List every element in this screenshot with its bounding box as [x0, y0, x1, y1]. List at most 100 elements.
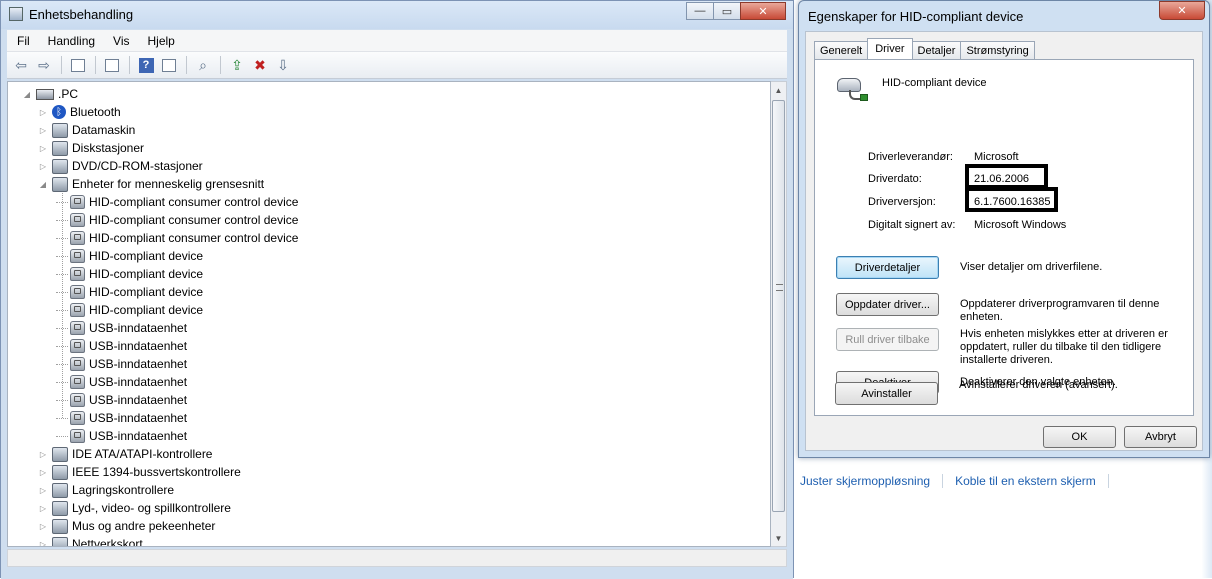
tree-device[interactable]: USB-inndataenhet [56, 391, 187, 409]
tree-device[interactable]: HID-compliant consumer control device [56, 211, 298, 229]
expand-arrow-icon[interactable]: ▷ [38, 449, 48, 459]
scroll-up-icon[interactable]: ▲ [771, 82, 786, 98]
tree-category[interactable]: ▷ Mus og andre pekeenheter [38, 517, 215, 535]
tree-device[interactable]: HID-compliant device [56, 301, 203, 319]
tree-device[interactable]: USB-inndataenhet [56, 319, 187, 337]
properties-icon[interactable] [102, 55, 122, 75]
uninstall-button[interactable]: Avinstaller [835, 382, 938, 405]
tree-category[interactable]: ▷ IEEE 1394-bussvertskontrollere [38, 463, 241, 481]
hid-device-icon [835, 72, 868, 102]
tree-root-computer[interactable]: ◢ .PC [22, 85, 78, 103]
tree-item-label: USB-inndataenhet [89, 339, 188, 353]
collapse-arrow-icon[interactable]: ◢ [38, 179, 48, 189]
hid-device-icon [70, 285, 85, 299]
properties-sheet-icon[interactable] [159, 55, 179, 75]
close-button[interactable]: ✕ [740, 2, 786, 20]
enable-icon[interactable]: ⇩ [273, 55, 293, 75]
tree-category[interactable]: ▷ Datamaskin [38, 121, 135, 139]
ok-button[interactable]: OK [1043, 426, 1116, 448]
update-driver-icon[interactable]: ⇪ [227, 55, 247, 75]
driver-provider-label: Driverleverandør: [868, 151, 953, 163]
minimize-button[interactable]: — [686, 2, 714, 20]
tree-device[interactable]: USB-inndataenhet [56, 355, 187, 373]
device-tree[interactable]: ◢ .PC ▷ ᛒ Bluetooth ▷ Datamaskin ▷ Diskstasjoner… [7, 81, 771, 547]
scan-hardware-icon[interactable]: ⌕ [193, 55, 213, 75]
expand-arrow-icon[interactable]: ▷ [38, 485, 48, 495]
forward-arrow-icon[interactable]: ⇨ [34, 55, 54, 75]
expand-arrow-icon[interactable]: ▷ [38, 539, 48, 547]
tab-power-management[interactable]: Strømstyring [960, 41, 1035, 59]
connect-external-display-link[interactable]: Koble til en ekstern skjerm [955, 472, 1096, 490]
dialog-close-button[interactable]: ✕ [1159, 1, 1205, 20]
cancel-button[interactable]: Avbryt [1124, 426, 1197, 448]
back-arrow-icon[interactable]: ⇦ [11, 55, 31, 75]
close-icon: ✕ [758, 5, 768, 18]
link-separator [1107, 474, 1109, 488]
tree-category[interactable]: ▷ Lyd-, video- og spillkontrollere [38, 499, 231, 517]
hid-device-icon [70, 321, 85, 335]
tree-category[interactable]: ▷ ᛒ Bluetooth [38, 103, 121, 121]
tree-item-label: Datamaskin [72, 123, 136, 137]
tree-scrollbar[interactable]: ▲ ▼ [771, 81, 787, 547]
device-category-icon [52, 482, 68, 498]
device-category-icon [52, 464, 68, 480]
driver-details-button[interactable]: Driverdetaljer [836, 256, 939, 279]
tab-general[interactable]: Generelt [814, 41, 869, 59]
device-manager-titlebar[interactable]: Enhetsbehandling — ▭ ✕ [1, 1, 793, 29]
background-links: Juster skjermoppløsning Koble til en eks… [800, 472, 1121, 490]
tree-device[interactable]: USB-inndataenhet [56, 373, 187, 391]
hid-device-icon [70, 213, 85, 227]
menu-file[interactable]: Fil [7, 34, 38, 48]
tree-device[interactable]: USB-inndataenhet [56, 427, 187, 445]
tree-category[interactable]: ▷ IDE ATA/ATAPI-kontrollere [38, 445, 212, 463]
tree-category[interactable]: ▷ Lagringskontrollere [38, 481, 174, 499]
tree-device[interactable]: HID-compliant device [56, 247, 203, 265]
tree-category[interactable]: ▷ DVD/CD-ROM-stasjoner [38, 157, 203, 175]
hid-device-icon [70, 195, 85, 209]
tree-device[interactable]: USB-inndataenhet [56, 337, 187, 355]
menu-action[interactable]: Handling [38, 34, 103, 48]
tree-item-label: USB-inndataenhet [89, 393, 188, 407]
tree-item-label: Lagringskontrollere [72, 483, 175, 497]
tab-driver[interactable]: Driver [867, 38, 913, 59]
expand-arrow-icon[interactable]: ▷ [38, 143, 48, 153]
update-driver-button[interactable]: Oppdater driver... [836, 293, 939, 316]
device-category-icon [52, 518, 68, 534]
driver-details-description: Viser detaljer om driverfilene. [960, 261, 1103, 273]
toolbar-separator [95, 56, 96, 74]
scroll-down-icon[interactable]: ▼ [771, 530, 786, 546]
tree-device[interactable]: USB-inndataenhet [56, 409, 187, 427]
driver-version-label: Driverversjon: [868, 196, 936, 208]
tree-category[interactable]: ▷ Diskstasjoner [38, 139, 144, 157]
tree-category[interactable]: ▷ Nettverkskort [38, 535, 143, 547]
tab-details[interactable]: Detaljer [911, 41, 962, 59]
menu-view[interactable]: Vis [103, 34, 137, 48]
computer-icon [36, 88, 54, 100]
scrollbar-thumb[interactable] [772, 100, 785, 512]
collapse-arrow-icon[interactable]: ◢ [22, 89, 32, 99]
expand-arrow-icon[interactable]: ▷ [38, 161, 48, 171]
maximize-button[interactable]: ▭ [713, 2, 741, 20]
tree-category[interactable]: ◢ Enheter for menneskelig grensesnitt [38, 175, 264, 193]
roll-back-driver-button[interactable]: Rull driver tilbake [836, 328, 939, 351]
expand-arrow-icon[interactable]: ▷ [38, 467, 48, 477]
hid-device-icon [70, 267, 85, 281]
expand-arrow-icon[interactable]: ▷ [38, 107, 48, 117]
help-icon[interactable]: ? [136, 55, 156, 75]
tree-device[interactable]: HID-compliant device [56, 265, 203, 283]
expand-arrow-icon[interactable]: ▷ [38, 125, 48, 135]
uninstall-icon[interactable]: ✖ [250, 55, 270, 75]
show-hide-tree-icon[interactable] [68, 55, 88, 75]
expand-arrow-icon[interactable]: ▷ [38, 503, 48, 513]
tree-device[interactable]: HID-compliant device [56, 283, 203, 301]
tree-item-label: HID-compliant device [89, 267, 204, 281]
tree-device[interactable]: HID-compliant consumer control device [56, 193, 298, 211]
tree-item-label: .PC [58, 87, 79, 101]
expand-arrow-icon[interactable]: ▷ [38, 521, 48, 531]
menu-help[interactable]: Hjelp [138, 34, 183, 48]
driver-provider-value: Microsoft [974, 151, 1019, 163]
adjust-resolution-link[interactable]: Juster skjermoppløsning [800, 472, 930, 490]
tree-device[interactable]: HID-compliant consumer control device [56, 229, 298, 247]
window-controls: — ▭ ✕ [686, 2, 786, 20]
device-category-icon [52, 158, 68, 174]
